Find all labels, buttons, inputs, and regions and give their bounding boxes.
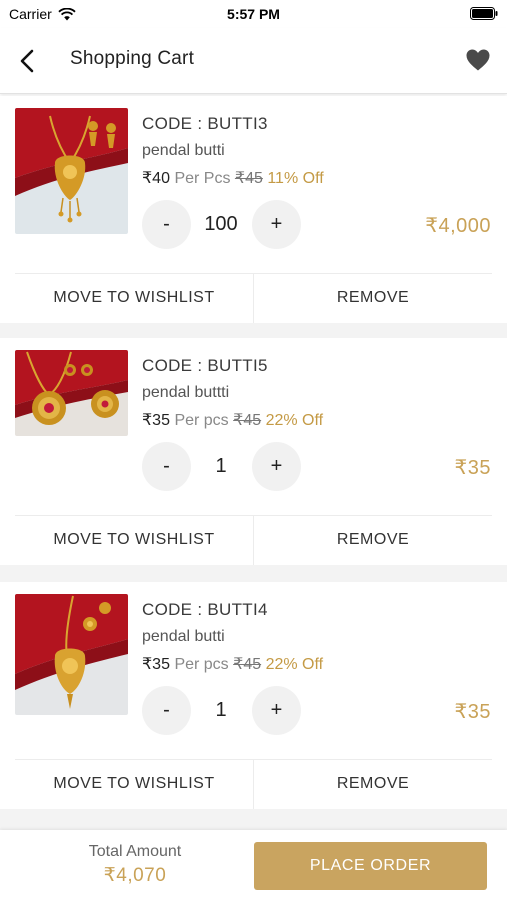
discount-badge: 22% Off xyxy=(265,656,324,673)
status-time: 5:57 PM xyxy=(227,6,280,22)
product-info: CODE : BUTTI3 pendal butti ₹40 Per Pcs ₹… xyxy=(142,114,324,188)
line-total: ₹4,000 xyxy=(425,215,491,237)
discount-badge: 22% Off xyxy=(265,412,324,429)
quantity-value: 1 xyxy=(215,699,227,721)
product-name: pendal butti xyxy=(142,628,225,645)
mrp-price: ₹45 xyxy=(234,170,263,187)
status-bar: Carrier 5:57 PM xyxy=(0,0,507,28)
move-to-wishlist-button[interactable]: MOVE TO WISHLIST xyxy=(15,516,253,565)
product-image[interactable] xyxy=(15,108,128,234)
decrease-qty-button[interactable]: - xyxy=(142,200,191,249)
decrease-qty-button[interactable]: - xyxy=(142,442,191,491)
quantity-value: 1 xyxy=(215,455,227,477)
price-line: ₹40 Per Pcs ₹45 11% Off xyxy=(142,168,324,188)
item-actions: MOVE TO WISHLIST REMOVE xyxy=(15,273,492,323)
price-line: ₹35 Per pcs ₹45 22% Off xyxy=(142,410,323,430)
remove-button[interactable]: REMOVE xyxy=(253,516,492,565)
cart-item: CODE : BUTTI5 pendal buttti ₹35 Per pcs … xyxy=(0,338,507,565)
checkout-footer: Total Amount ₹4,070 PLACE ORDER xyxy=(0,830,507,900)
quantity-stepper: - 100 + xyxy=(142,200,302,250)
product-code: CODE : BUTTI3 xyxy=(142,114,268,133)
product-code: CODE : BUTTI4 xyxy=(142,600,268,619)
heart-icon[interactable] xyxy=(465,48,491,72)
increase-qty-button[interactable]: + xyxy=(252,200,301,249)
move-to-wishlist-button[interactable]: MOVE TO WISHLIST xyxy=(15,760,253,809)
quantity-stepper: - 1 + xyxy=(142,442,302,492)
unit-price: ₹35 xyxy=(142,656,170,673)
increase-qty-button[interactable]: + xyxy=(252,442,301,491)
price-unit: Per pcs xyxy=(174,656,229,673)
price-line: ₹35 Per pcs ₹45 22% Off xyxy=(142,654,323,674)
product-image[interactable] xyxy=(15,350,128,436)
unit-price: ₹35 xyxy=(142,412,170,429)
quantity-stepper: - 1 + xyxy=(142,686,302,736)
remove-button[interactable]: REMOVE xyxy=(253,760,492,809)
unit-price: ₹40 xyxy=(142,170,170,187)
decrease-qty-button[interactable]: - xyxy=(142,686,191,735)
product-name: pendal buttti xyxy=(142,384,230,401)
price-unit: Per pcs xyxy=(174,412,229,429)
product-name: pendal butti xyxy=(142,142,225,159)
product-code: CODE : BUTTI5 xyxy=(142,356,268,375)
navigation-bar: Shopping Cart xyxy=(0,28,507,94)
cart-item: CODE : BUTTI3 pendal butti ₹40 Per Pcs ₹… xyxy=(0,96,507,323)
battery-icon xyxy=(470,7,498,20)
quantity-value: 100 xyxy=(204,213,238,235)
product-info: CODE : BUTTI5 pendal buttti ₹35 Per pcs … xyxy=(142,356,323,430)
place-order-button[interactable]: PLACE ORDER xyxy=(254,842,487,890)
remove-button[interactable]: REMOVE xyxy=(253,274,492,323)
cart-item: CODE : BUTTI4 pendal butti ₹35 Per pcs ₹… xyxy=(0,582,507,809)
item-actions: MOVE TO WISHLIST REMOVE xyxy=(15,759,492,809)
line-total: ₹35 xyxy=(454,457,491,479)
increase-qty-button[interactable]: + xyxy=(252,686,301,735)
product-info: CODE : BUTTI4 pendal butti ₹35 Per pcs ₹… xyxy=(142,600,323,674)
discount-badge: 11% Off xyxy=(267,170,324,187)
cart-list[interactable]: CODE : BUTTI3 pendal butti ₹40 Per Pcs ₹… xyxy=(0,96,507,830)
total-amount-label: Total Amount xyxy=(88,843,182,860)
line-total: ₹35 xyxy=(454,701,491,723)
total-amount-value: ₹4,070 xyxy=(103,865,167,886)
chevron-left-icon[interactable] xyxy=(16,47,40,75)
price-unit: Per Pcs xyxy=(174,170,231,187)
move-to-wishlist-button[interactable]: MOVE TO WISHLIST xyxy=(15,274,253,323)
page-title: Shopping Cart xyxy=(70,48,195,69)
mrp-price: ₹45 xyxy=(233,656,262,673)
mrp-price: ₹45 xyxy=(233,412,262,429)
item-actions: MOVE TO WISHLIST REMOVE xyxy=(15,515,492,565)
product-image[interactable] xyxy=(15,594,128,715)
